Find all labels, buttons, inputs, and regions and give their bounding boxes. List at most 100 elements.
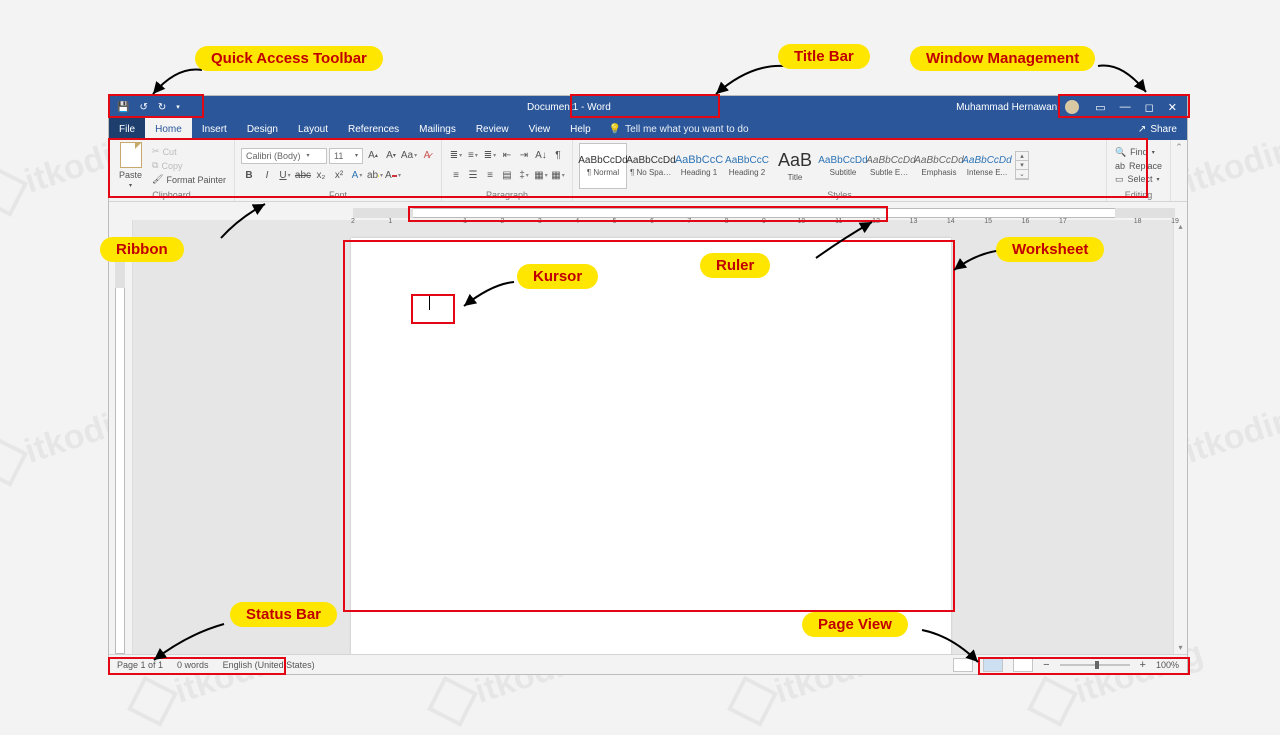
- close-icon[interactable]: ✕: [1168, 101, 1177, 114]
- italic-icon[interactable]: I: [259, 168, 275, 184]
- style-heading-2[interactable]: AaBbCcCHeading 2: [723, 143, 771, 189]
- annot-ribbon: Ribbon: [100, 237, 184, 262]
- redo-icon[interactable]: ↻: [158, 102, 166, 113]
- align-center-icon[interactable]: ☰: [465, 168, 481, 184]
- format-painter-button[interactable]: 🖌Format Painter: [150, 173, 228, 186]
- font-size-combo[interactable]: 11▾: [329, 148, 363, 164]
- tab-design[interactable]: Design: [237, 118, 288, 140]
- tab-layout[interactable]: Layout: [288, 118, 338, 140]
- styles-more-icon[interactable]: ⌄: [1016, 170, 1028, 179]
- replace-button[interactable]: abReplace: [1113, 160, 1164, 172]
- status-words[interactable]: 0 words: [177, 660, 209, 670]
- view-web-icon[interactable]: [1013, 658, 1033, 672]
- qat-customize-icon[interactable]: ▾: [176, 103, 180, 111]
- show-marks-icon[interactable]: ¶: [550, 148, 566, 164]
- sort-icon[interactable]: A↓: [533, 148, 549, 164]
- tab-home[interactable]: Home: [145, 118, 192, 140]
- status-language[interactable]: English (United States): [223, 660, 315, 670]
- page[interactable]: [351, 238, 951, 654]
- text-cursor: [429, 296, 430, 310]
- horizontal-ruler[interactable]: 2112345678910111213141516171819: [353, 205, 1175, 220]
- vertical-scrollbar[interactable]: ▴ ▾: [1173, 220, 1187, 654]
- document-canvas[interactable]: [133, 220, 1173, 654]
- clear-format-icon[interactable]: A̷: [419, 148, 435, 164]
- bullets-icon[interactable]: ≣▾: [448, 148, 464, 164]
- account-area[interactable]: Muhammad Hernawan: [950, 100, 1085, 114]
- lightbulb-icon: 💡: [609, 124, 621, 135]
- find-icon: 🔍: [1115, 147, 1126, 158]
- copy-button[interactable]: ⧉Copy: [150, 159, 228, 172]
- share-button[interactable]: ↗ Share: [1128, 124, 1187, 135]
- collapse-ribbon-icon[interactable]: ⌃: [1175, 142, 1183, 153]
- style-subtitle[interactable]: AaBbCcDdSubtitle: [819, 143, 867, 189]
- borders-icon[interactable]: ▦▾: [550, 168, 566, 184]
- tab-view[interactable]: View: [519, 118, 561, 140]
- status-page[interactable]: Page 1 of 1: [117, 660, 163, 670]
- group-label: Editing: [1113, 189, 1164, 201]
- style-emphasis[interactable]: AaBbCcDdEmphasis: [915, 143, 963, 189]
- bold-icon[interactable]: B: [241, 168, 257, 184]
- group-label: Styles: [579, 189, 1100, 201]
- font-name-combo[interactable]: Calibri (Body)▾: [241, 148, 327, 164]
- save-icon[interactable]: 💾: [117, 102, 129, 113]
- style-heading-1[interactable]: AaBbCcCHeading 1: [675, 143, 723, 189]
- group-paragraph: ≣▾ ≡▾ ≣▾ ⇤ ⇥ A↓ ¶ ≡ ☰ ≡ ▤ ‡▾ ▦▾: [442, 140, 573, 201]
- ribbon-tabs: File Home Insert Design Layout Reference…: [109, 118, 1187, 140]
- cut-button[interactable]: ✂Cut: [150, 145, 228, 158]
- view-read-icon[interactable]: [953, 658, 973, 672]
- ribbon-display-icon[interactable]: ▭: [1095, 101, 1105, 114]
- numbering-icon[interactable]: ≡▾: [465, 148, 481, 164]
- align-right-icon[interactable]: ≡: [482, 168, 498, 184]
- change-case-icon[interactable]: Aa▾: [401, 148, 417, 164]
- avatar: [1065, 100, 1079, 114]
- style-title[interactable]: AaBTitle: [771, 143, 819, 189]
- shading-icon[interactable]: ▦▾: [533, 168, 549, 184]
- tab-references[interactable]: References: [338, 118, 409, 140]
- styles-up-icon[interactable]: ▴: [1016, 152, 1028, 161]
- multilevel-icon[interactable]: ≣▾: [482, 148, 498, 164]
- style--normal[interactable]: AaBbCcDd¶ Normal: [579, 143, 627, 189]
- undo-icon[interactable]: ↺: [139, 102, 147, 113]
- justify-icon[interactable]: ▤: [499, 168, 515, 184]
- underline-icon[interactable]: U▾: [277, 168, 293, 184]
- tab-help[interactable]: Help: [560, 118, 601, 140]
- text-effects-icon[interactable]: A▾: [349, 168, 365, 184]
- zoom-slider[interactable]: [1060, 664, 1130, 666]
- maximize-icon[interactable]: ◻: [1145, 101, 1154, 114]
- tab-review[interactable]: Review: [466, 118, 519, 140]
- highlight-icon[interactable]: ab▾: [367, 168, 383, 184]
- zoom-in-icon[interactable]: +: [1140, 659, 1146, 671]
- style-subtle-em-[interactable]: AaBbCcDdSubtle Em...: [867, 143, 915, 189]
- grow-font-icon[interactable]: A▴: [365, 148, 381, 164]
- minimize-icon[interactable]: —: [1120, 101, 1131, 114]
- workspace: ▴ ▾: [109, 220, 1187, 654]
- view-print-icon[interactable]: [983, 658, 1003, 672]
- annot-qat: Quick Access Toolbar: [195, 46, 383, 71]
- tab-file[interactable]: File: [109, 118, 145, 140]
- increase-indent-icon[interactable]: ⇥: [516, 148, 532, 164]
- subscript-icon[interactable]: x₂: [313, 168, 329, 184]
- strike-icon[interactable]: abc: [295, 168, 311, 184]
- font-color-icon[interactable]: A▾: [385, 168, 401, 184]
- paste-button[interactable]: Paste ▾: [115, 142, 146, 189]
- style--no-spac-[interactable]: AaBbCcDd¶ No Spac...: [627, 143, 675, 189]
- select-button[interactable]: ▭Select▾: [1113, 173, 1164, 186]
- scroll-down-icon[interactable]: ▾: [1178, 641, 1182, 654]
- superscript-icon[interactable]: x²: [331, 168, 347, 184]
- tell-me[interactable]: 💡 Tell me what you want to do: [601, 124, 757, 135]
- shrink-font-icon[interactable]: A▾: [383, 148, 399, 164]
- vertical-ruler[interactable]: [109, 220, 133, 654]
- tab-mailings[interactable]: Mailings: [409, 118, 466, 140]
- style-intense-e-[interactable]: AaBbCcDdIntense E...: [963, 143, 1011, 189]
- align-left-icon[interactable]: ≡: [448, 168, 464, 184]
- zoom-out-icon[interactable]: −: [1043, 659, 1049, 671]
- annot-titlebar: Title Bar: [778, 44, 870, 69]
- decrease-indent-icon[interactable]: ⇤: [499, 148, 515, 164]
- styles-down-icon[interactable]: ▾: [1016, 161, 1028, 170]
- find-button[interactable]: 🔍Find▾: [1113, 146, 1164, 159]
- quick-access-toolbar: 💾 ↺ ↻ ▾: [109, 96, 188, 118]
- tab-insert[interactable]: Insert: [192, 118, 237, 140]
- annot-ruler: Ruler: [700, 253, 770, 278]
- zoom-level[interactable]: 100%: [1156, 660, 1179, 670]
- line-spacing-icon[interactable]: ‡▾: [516, 168, 532, 184]
